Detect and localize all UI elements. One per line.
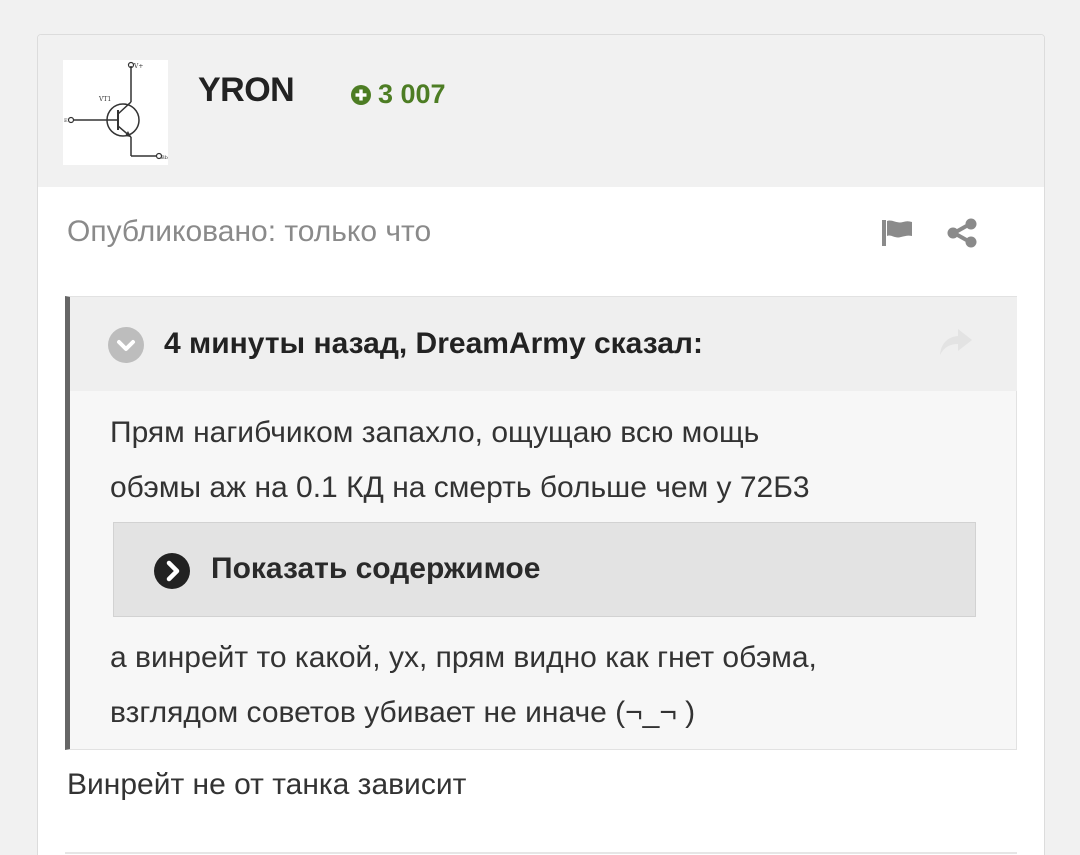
quote-header: 4 минуты назад, DreamArmy сказал: [70,297,1017,391]
chevron-down-icon[interactable] [108,327,144,363]
quote-text: а винрейт то какой, ух, прям видно как г… [110,630,990,740]
flag-icon[interactable] [881,219,913,247]
author-name[interactable]: YRON [198,71,295,110]
svg-text:E: E [64,118,68,124]
quote-text-line: обэмы аж на 0.1 КД на смерть больше чем … [110,471,810,504]
page: V+ Bb E VT1 YRON 3 007 Опубликовано: тол… [0,0,1080,855]
spoiler-label: Показать содержимое [211,552,541,585]
spoiler-toggle[interactable]: Показать содержимое [113,522,976,617]
post-body: Винрейт не от танка зависит [67,768,467,801]
share-arrow-icon[interactable] [938,327,974,357]
reputation-badge[interactable]: 3 007 [350,79,446,110]
quote-text-line: Прям нагибчиком запахло, ощущаю всю мощь [110,416,760,449]
svg-text:Bb: Bb [161,155,168,161]
author-bar: V+ Bb E VT1 YRON 3 007 [38,35,1044,187]
quote-text-line: а винрейт то какой, ух, прям видно как г… [110,641,817,674]
quote-text-line: взглядом советов убивает не иначе (¬_¬ ) [110,696,696,729]
quote-text: Прям нагибчиком запахло, ощущаю всю мощь… [110,405,990,515]
plus-circle-icon [351,84,371,105]
svg-text:V+: V+ [133,63,143,70]
forum-post: V+ Bb E VT1 YRON 3 007 Опубликовано: тол… [37,34,1045,855]
divider [65,852,1017,854]
post-date: Опубликовано: только что [67,215,432,248]
chevron-right-icon [154,553,190,589]
share-icon[interactable] [946,218,978,248]
avatar[interactable]: V+ Bb E VT1 [63,60,168,165]
svg-text:VT1: VT1 [98,96,111,103]
quote-block: 4 минуты назад, DreamArmy сказал: Прям н… [65,296,1017,750]
quote-citation[interactable]: 4 минуты назад, DreamArmy сказал: [164,327,703,361]
reputation-count: 3 007 [378,79,446,109]
